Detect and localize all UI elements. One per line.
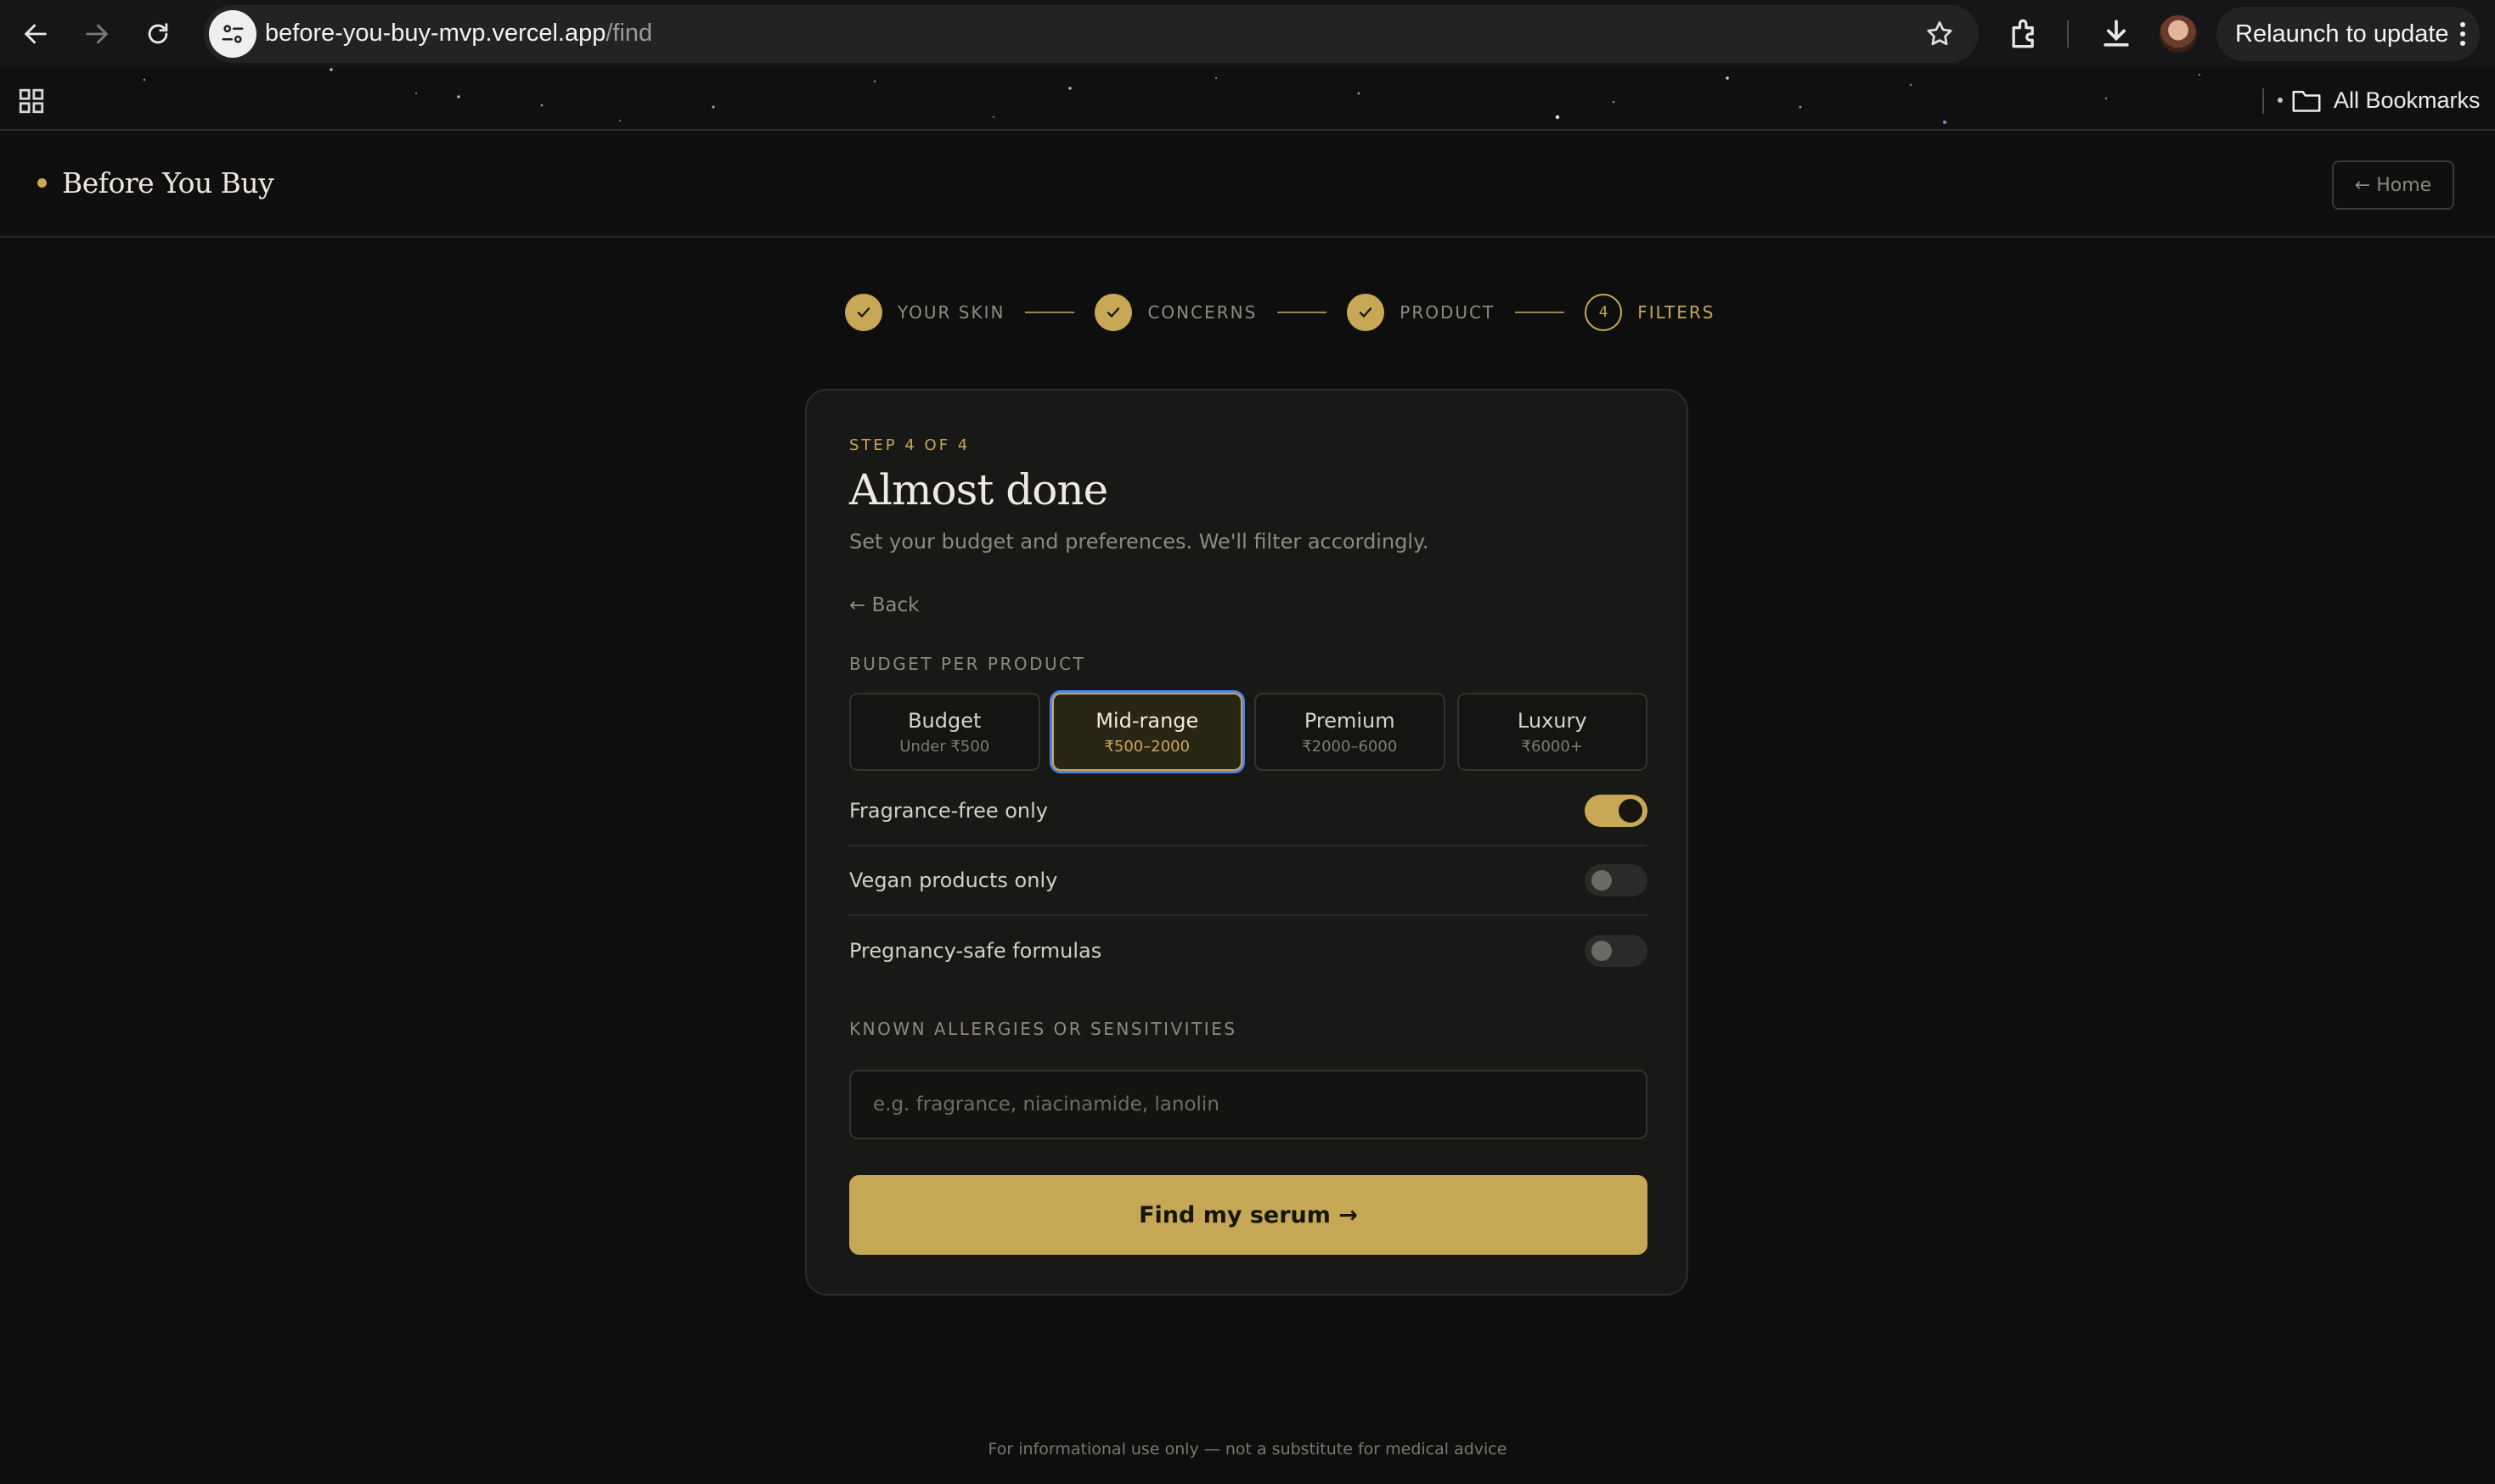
step-connector [1515,312,1565,313]
toggle-row-vegan: Vegan products only [849,846,1647,916]
step-label: FILTERS [1637,302,1715,323]
toggle-label: Vegan products only [849,868,1058,892]
toggle-label: Pregnancy-safe formulas [849,939,1102,963]
step-connector [1277,312,1327,313]
step-label: CONCERNS [1147,302,1258,323]
folder-icon [2292,91,2321,112]
toggle-row-fragrance-free: Fragrance-free only [849,777,1647,846]
page-subtitle: Set your budget and preferences. We'll f… [849,530,1429,554]
step-label: YOUR SKIN [898,302,1005,323]
toggle-row-pregnancy-safe: Pregnancy-safe formulas [849,916,1647,986]
back-arrow-icon[interactable] [14,12,58,56]
step-eyebrow: STEP 4 OF 4 [849,436,971,454]
pregnancy-safe-toggle[interactable] [1585,935,1647,967]
home-button[interactable]: ← Home [2332,160,2454,210]
allergies-input[interactable] [849,1070,1647,1139]
url-text[interactable]: before-you-buy-mvp.vercel.app/find [265,20,652,48]
download-icon[interactable] [2098,15,2135,53]
budget-option-mid-range[interactable]: Mid-range ₹500–2000 [1051,693,1242,771]
apps-grid-icon[interactable] [17,87,46,115]
step-product: PRODUCT [1347,294,1495,331]
budget-options: Budget Under ₹500 Mid-range ₹500–2000 Pr… [849,693,1647,771]
bookmarks-bar: All Bookmarks [0,68,2495,131]
forward-arrow-icon[interactable] [75,12,119,56]
browser-toolbar: before-you-buy-mvp.vercel.app/find Relau… [0,0,2495,68]
budget-option-premium[interactable]: Premium ₹2000–6000 [1254,693,1445,771]
check-icon [1347,294,1385,331]
brand-dot-icon [37,178,47,188]
fragrance-free-toggle[interactable] [1585,795,1647,827]
site-settings-icon[interactable] [209,10,256,58]
allergies-section-label: KNOWN ALLERGIES OR SENSITIVITIES [849,1019,1237,1039]
footer-disclaimer: For informational use only — not a subst… [988,1440,1507,1459]
find-my-serum-button[interactable]: Find my serum → [849,1175,1647,1255]
brand-name: Before You Buy [62,166,274,200]
back-link[interactable]: ← Back [849,594,919,616]
step-connector [1025,312,1075,313]
reload-icon[interactable] [136,12,180,56]
step-filters: 4 FILTERS [1585,294,1715,331]
progress-stepper: YOUR SKIN CONCERNS PRODUCT 4 FILTERS [845,293,1715,332]
vegan-toggle[interactable] [1585,864,1647,897]
check-icon [845,294,882,331]
menu-kebab-icon[interactable] [2459,22,2466,46]
step-label: PRODUCT [1400,302,1495,323]
step-concerns: CONCERNS [1095,294,1257,331]
filters-card: STEP 4 OF 4 Almost done Set your budget … [805,389,1688,1296]
profile-avatar[interactable] [2160,15,2197,53]
starfield-decoration [143,68,2201,124]
budget-option-luxury[interactable]: Luxury ₹6000+ [1456,693,1647,771]
toggle-label: Fragrance-free only [849,799,1048,823]
relaunch-to-update-button[interactable]: Relaunch to update [2216,7,2480,61]
budget-option-budget[interactable]: Budget Under ₹500 [849,693,1040,771]
bookmark-star-icon[interactable] [1924,19,1955,49]
address-bar[interactable]: before-you-buy-mvp.vercel.app/find [204,5,1979,63]
brand-logo[interactable]: Before You Buy [37,166,274,200]
site-header: Before You Buy ← Home [0,132,2495,238]
step-your-skin: YOUR SKIN [845,294,1005,331]
step-number: 4 [1585,294,1623,331]
check-icon [1095,294,1133,331]
page-title: Almost done [849,465,1108,514]
extensions-icon[interactable] [2006,15,2043,53]
budget-section-label: BUDGET PER PRODUCT [849,654,1086,674]
all-bookmarks-button[interactable]: All Bookmarks [2291,83,2481,117]
